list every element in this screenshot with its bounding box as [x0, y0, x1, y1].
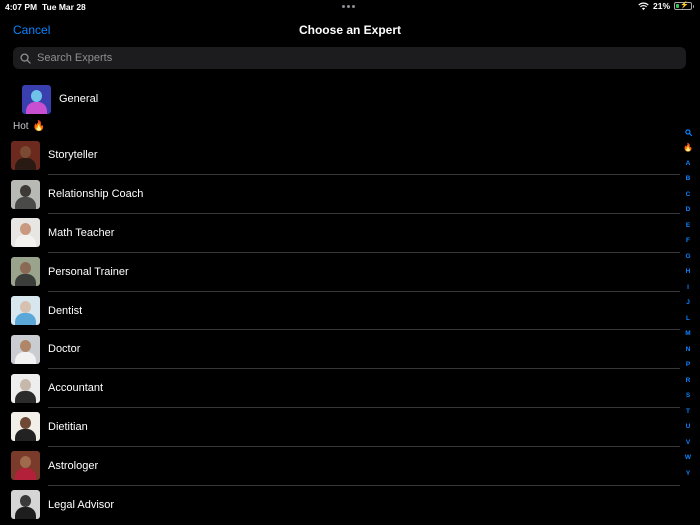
expert-label: Personal Trainer: [48, 265, 129, 278]
index-letter[interactable]: V: [686, 435, 690, 451]
expert-avatar: [11, 490, 40, 520]
expert-label: Accountant: [48, 382, 104, 395]
index-letter[interactable]: C: [686, 187, 691, 203]
search-icon: [20, 52, 31, 64]
index-letter[interactable]: T: [686, 404, 690, 420]
index-letter[interactable]: J: [686, 295, 690, 311]
expert-label: General: [59, 93, 99, 105]
expert-avatar: [11, 218, 40, 248]
page-title: Choose an Expert: [298, 23, 402, 37]
index-letter[interactable]: P: [686, 357, 690, 373]
expert-row[interactable]: Doctor: [0, 330, 680, 369]
index-letter[interactable]: D: [686, 202, 691, 218]
expert-row[interactable]: Relationship Coach: [0, 175, 680, 214]
expert-row[interactable]: Personal Trainer: [0, 252, 680, 291]
index-letter[interactable]: L: [686, 311, 690, 327]
expert-label: Math Teacher: [48, 226, 115, 239]
index-letter[interactable]: I: [687, 280, 689, 296]
expert-avatar: [11, 296, 40, 326]
expert-label: Doctor: [48, 343, 81, 356]
expert-row-general[interactable]: General: [11, 84, 680, 114]
expert-row[interactable]: Astrologer: [0, 446, 680, 485]
index-letter[interactable]: G: [685, 249, 690, 265]
index-letter[interactable]: U: [686, 419, 691, 435]
index-letter[interactable]: M: [685, 326, 690, 342]
expert-list: Storyteller Relationship Coach Math Teache…: [0, 136, 680, 524]
multitasking-dots-icon[interactable]: [342, 5, 355, 8]
expert-avatar: [11, 140, 40, 170]
expert-avatar: [11, 412, 40, 442]
fire-icon: 🔥: [32, 121, 46, 132]
status-right: 21% ⚡: [638, 1, 694, 11]
battery-percent: 21%: [652, 1, 670, 11]
index-letter[interactable]: Y: [686, 466, 690, 482]
section-label: Hot: [13, 121, 29, 132]
index-hot-icon[interactable]: 🔥: [683, 140, 693, 156]
index-search-icon[interactable]: [684, 129, 692, 136]
expert-row[interactable]: Dietitian: [0, 408, 680, 447]
expert-label: Dentist: [48, 304, 83, 317]
expert-row[interactable]: Accountant: [0, 369, 680, 408]
battery-icon: ⚡: [674, 2, 694, 10]
search-input[interactable]: [35, 51, 639, 65]
index-letter[interactable]: A: [686, 156, 691, 172]
section-header-hot: Hot 🔥: [13, 121, 45, 132]
expert-avatar: [11, 451, 40, 481]
index-letter[interactable]: W: [685, 450, 691, 466]
expert-avatar: [11, 373, 40, 403]
index-letter[interactable]: F: [686, 233, 690, 249]
index-letter[interactable]: E: [686, 218, 690, 234]
search-bar[interactable]: [13, 47, 686, 69]
general-avatar: [22, 84, 51, 114]
expert-row[interactable]: Math Teacher: [0, 214, 680, 253]
index-letter[interactable]: H: [686, 264, 691, 280]
expert-row[interactable]: Dentist: [0, 291, 680, 330]
navigation-bar: Cancel Choose an Expert: [0, 18, 700, 42]
status-time: 4:07 PM: [5, 2, 38, 12]
expert-label: Astrologer: [48, 459, 99, 472]
wifi-icon: [638, 2, 649, 10]
expert-row[interactable]: Legal Advisor: [0, 485, 680, 524]
expert-row[interactable]: Storyteller: [0, 136, 680, 175]
expert-avatar: [11, 179, 40, 209]
status-bar: 4:07 PM Tue Mar 28 21% ⚡: [0, 0, 700, 14]
expert-label: Legal Advisor: [48, 498, 115, 511]
status-date: Tue Mar 28: [42, 2, 86, 12]
expert-avatar: [11, 334, 40, 364]
index-letter[interactable]: N: [686, 342, 691, 358]
index-letter[interactable]: B: [686, 171, 691, 187]
expert-avatar: [11, 257, 40, 287]
expert-label: Storyteller: [48, 149, 98, 162]
expert-label: Dietitian: [48, 420, 88, 433]
index-letter[interactable]: R: [686, 373, 691, 389]
section-index[interactable]: 🔥 ABCDEFGHIJLMNPRSTUVWY: [683, 125, 693, 481]
index-letter[interactable]: S: [686, 388, 690, 404]
expert-label: Relationship Coach: [48, 188, 144, 201]
